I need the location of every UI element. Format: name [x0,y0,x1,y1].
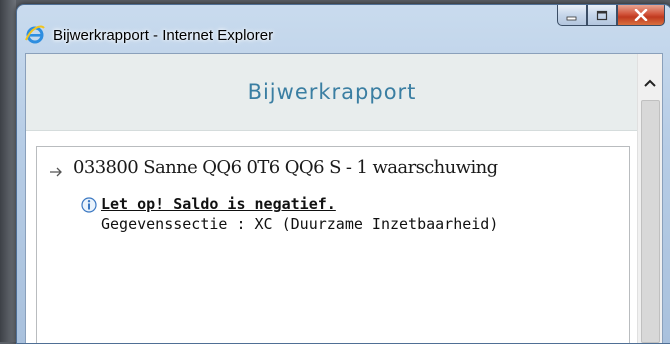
close-icon [634,6,648,25]
page-content: Bijwerkrapport 033800 Sanne QQ6 0T6 QQ6 … [25,53,663,343]
close-button[interactable] [617,5,665,26]
arrow-right-icon [49,163,63,177]
minimize-button[interactable] [557,5,587,26]
desktop-background [0,0,16,342]
caption-buttons [557,5,665,27]
maximize-button[interactable] [587,5,617,26]
vertical-scrollbar[interactable] [637,54,662,343]
scroll-up-button[interactable] [638,72,662,92]
title-bar[interactable]: Bijwerkrapport - Internet Explorer [17,5,670,53]
scroll-thumb[interactable] [641,100,660,343]
page-title: Bijwerkrapport [247,80,417,104]
internet-explorer-icon [25,25,45,45]
window-title: Bijwerkrapport - Internet Explorer [53,27,274,44]
warning-title: Let op! Saldo is negatief. [101,195,336,213]
browser-window: Bijwerkrapport - Internet Explorer Bijwe… [16,4,670,344]
report-entry: 033800 Sanne QQ6 0T6 QQ6 S - 1 waarschuw… [73,157,498,178]
chevron-up-icon [643,73,657,92]
warning-detail: Gegevenssectie : XC (Duurzame Inzetbaarh… [101,215,499,233]
minimize-icon [566,6,578,25]
report-panel: 033800 Sanne QQ6 0T6 QQ6 S - 1 waarschuw… [36,146,630,343]
maximize-icon [596,6,608,25]
page-header: Bijwerkrapport [26,54,638,131]
info-icon [81,197,97,213]
